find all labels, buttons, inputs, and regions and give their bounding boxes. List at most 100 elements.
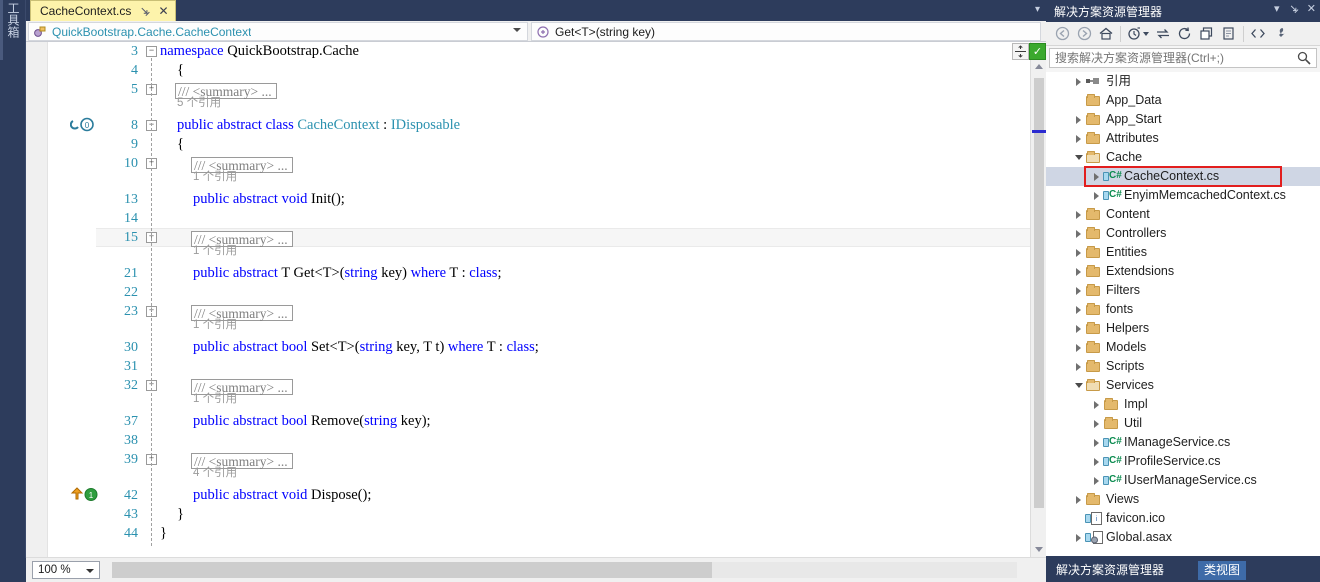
footer-tab-class-view[interactable]: 类视图 <box>1198 561 1247 580</box>
chevron-right-icon[interactable] <box>1072 129 1085 148</box>
tree-item-iusermanageservice-cs[interactable]: C# IUserManageService.cs <box>1046 471 1320 490</box>
tree-item-controllers[interactable]: Controllers <box>1046 224 1320 243</box>
horizontal-scroll-thumb[interactable] <box>112 562 712 578</box>
tree-item-content[interactable]: Content <box>1046 205 1320 224</box>
chevron-down-icon[interactable]: ▾ <box>1035 4 1040 15</box>
code-line: 32/// <summary> ... <box>26 376 1008 395</box>
chevron-right-icon[interactable] <box>1090 167 1103 186</box>
vertical-scroll-thumb[interactable] <box>1034 78 1044 508</box>
zoom-dropdown[interactable]: 100 % <box>32 561 100 579</box>
solution-explorer-search[interactable] <box>1049 48 1317 68</box>
chevron-right-icon[interactable] <box>1072 338 1085 357</box>
codelens-reference-count[interactable]: 4 个引用 <box>193 467 237 480</box>
scroll-up-icon[interactable] <box>1031 58 1047 74</box>
split-view-icon[interactable] <box>1012 43 1029 60</box>
pin-icon[interactable]: ⇥ <box>137 2 154 19</box>
tree-item-views[interactable]: Views <box>1046 490 1320 509</box>
codelens-reference-count[interactable]: 1 个引用 <box>193 171 237 184</box>
codelens-reference-count[interactable]: 5 个引用 <box>177 97 221 110</box>
codelens-reference-count[interactable]: 1 个引用 <box>193 393 237 406</box>
chevron-down-icon[interactable] <box>86 569 94 573</box>
chevron-right-icon[interactable] <box>1072 110 1085 129</box>
properties-icon[interactable] <box>1269 23 1291 45</box>
tree-item-global-asax[interactable]: Global.asax <box>1046 528 1320 547</box>
chevron-down-icon[interactable] <box>513 28 521 32</box>
footer-tab-solution-explorer[interactable]: 解决方案资源管理器 <box>1050 561 1170 580</box>
type-dropdown[interactable]: QuickBootstrap.Cache.CacheContext <box>28 22 528 41</box>
chevron-down-icon[interactable] <box>1072 376 1085 395</box>
line-number: 38 <box>124 433 138 448</box>
editor-horizontal-scrollbar[interactable]: 100 % <box>26 557 1046 582</box>
chevron-right-icon[interactable] <box>1072 319 1085 338</box>
refresh-icon[interactable] <box>1174 23 1196 45</box>
chevron-right-icon[interactable] <box>1072 300 1085 319</box>
folder-icon <box>1085 321 1102 337</box>
chevron-right-icon[interactable] <box>1072 262 1085 281</box>
chevron-right-icon[interactable] <box>1072 224 1085 243</box>
tree-item---[interactable]: 引用 <box>1046 72 1320 91</box>
tree-item-imanageservice-cs[interactable]: C# IManageService.cs <box>1046 433 1320 452</box>
tree-item-cachecontext-cs[interactable]: C# CacheContext.cs <box>1046 167 1320 186</box>
tree-item-favicon-ico[interactable]: i favicon.ico <box>1046 509 1320 528</box>
close-icon[interactable]: ✕ <box>1307 2 1316 16</box>
search-icon[interactable] <box>1297 51 1311 70</box>
chevron-right-icon[interactable] <box>1072 281 1085 300</box>
tree-item-scripts[interactable]: Scripts <box>1046 357 1320 376</box>
tree-item-cache[interactable]: Cache <box>1046 148 1320 167</box>
tree-item-util[interactable]: Util <box>1046 414 1320 433</box>
member-dropdown[interactable]: Get<T>(string key) <box>531 22 1041 41</box>
override-icon[interactable]: 1 <box>70 487 104 504</box>
chevron-right-icon[interactable] <box>1072 490 1085 509</box>
chevron-right-icon[interactable] <box>1090 452 1103 471</box>
tree-item-fonts[interactable]: fonts <box>1046 300 1320 319</box>
tree-item-helpers[interactable]: Helpers <box>1046 319 1320 338</box>
editor-tab-cachecontext[interactable]: CacheContext.cs ⇥ ✕ <box>30 0 176 21</box>
chevron-right-icon[interactable] <box>1090 433 1103 452</box>
horizontal-scroll-track[interactable] <box>112 562 1017 578</box>
solution-explorer-tree[interactable]: 引用 App_Data App_Start Attributes Cache C# Cach… <box>1046 72 1320 556</box>
tree-item-attributes[interactable]: Attributes <box>1046 129 1320 148</box>
tree-item-models[interactable]: Models <box>1046 338 1320 357</box>
chevron-right-icon[interactable] <box>1090 186 1103 205</box>
tree-item-extendsions[interactable]: Extendsions <box>1046 262 1320 281</box>
code-health-check-icon[interactable]: ✓ <box>1029 43 1046 60</box>
editor-vertical-scrollbar[interactable] <box>1030 42 1046 557</box>
chevron-right-icon[interactable] <box>1072 72 1085 91</box>
search-input[interactable] <box>1050 49 1294 67</box>
pending-changes-icon[interactable] <box>1124 23 1146 45</box>
collapse-all-icon[interactable] <box>1196 23 1218 45</box>
collapse-outline-icon[interactable] <box>146 46 157 57</box>
toolbox-strip[interactable]: 工具箱 <box>0 0 26 558</box>
scroll-down-icon[interactable] <box>1031 541 1047 557</box>
show-all-files-icon[interactable] <box>1218 23 1240 45</box>
tree-item-filters[interactable]: Filters <box>1046 281 1320 300</box>
pin-icon[interactable]: ⇥ <box>1285 1 1301 17</box>
references-icon[interactable]: 0 <box>69 117 104 134</box>
chevron-down-icon[interactable]: ▾ <box>1274 2 1280 16</box>
chevron-right-icon[interactable] <box>1090 471 1103 490</box>
editor-text-area[interactable]: 3namespace QuickBootstrap.Cache4{5/// <s… <box>26 42 1046 557</box>
chevron-right-icon[interactable] <box>1090 414 1103 433</box>
tree-item-impl[interactable]: Impl <box>1046 395 1320 414</box>
tree-item-app-start[interactable]: App_Start <box>1046 110 1320 129</box>
sync-with-active-document-icon[interactable] <box>1152 23 1174 45</box>
home-icon[interactable] <box>1095 23 1117 45</box>
back-icon[interactable] <box>1051 23 1073 45</box>
tree-item-entities[interactable]: Entities <box>1046 243 1320 262</box>
chevron-right-icon[interactable] <box>1072 528 1085 547</box>
close-icon[interactable]: ✕ <box>158 5 168 17</box>
tree-item-services[interactable]: Services <box>1046 376 1320 395</box>
chevron-right-icon[interactable] <box>1072 357 1085 376</box>
chevron-right-icon[interactable] <box>1072 243 1085 262</box>
tree-item-app-data[interactable]: App_Data <box>1046 91 1320 110</box>
chevron-down-icon[interactable] <box>1072 148 1085 167</box>
codelens-reference-count[interactable]: 1 个引用 <box>193 319 237 332</box>
forward-icon[interactable] <box>1073 23 1095 45</box>
tree-item-iprofileservice-cs[interactable]: C# IProfileService.cs <box>1046 452 1320 471</box>
codelens-reference-count[interactable]: 1 个引用 <box>193 245 237 258</box>
chevron-right-icon[interactable] <box>1090 395 1103 414</box>
view-code-icon[interactable] <box>1247 23 1269 45</box>
chevron-right-icon[interactable] <box>1072 205 1085 224</box>
tree-item-enyimmemcachedcontext-cs[interactable]: C# EnyimMemcachedContext.cs <box>1046 186 1320 205</box>
